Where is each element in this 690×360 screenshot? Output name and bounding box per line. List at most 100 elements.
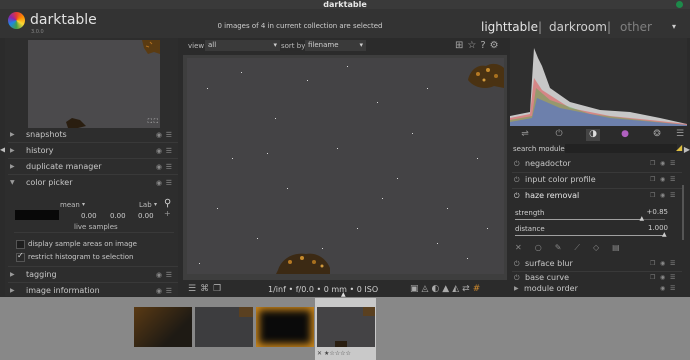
presets-menu-icon[interactable]: ☰ <box>188 284 200 294</box>
reset-icon[interactable]: ◉ <box>660 271 665 280</box>
reset-icon[interactable]: ◉ <box>660 189 665 203</box>
module-surface-blur[interactable]: ⏻ surface blur ❐ ◉ ☰ <box>512 257 682 271</box>
filmstrip-thumb-3[interactable] <box>256 307 314 347</box>
overlays-star-icon[interactable]: ☆ <box>467 40 480 51</box>
module-base-curve[interactable]: ⏻ base curve ❐ ◉ ☰ <box>512 271 682 280</box>
sort-by-select[interactable]: filename ▾ <box>305 40 366 51</box>
blend-raster-icon[interactable]: ▤ <box>612 243 633 252</box>
blend-drawn-mask-icon[interactable]: ✎ <box>555 243 575 252</box>
tab-active-modules-icon[interactable]: ⏻ <box>552 129 566 141</box>
picker-colorspace-select[interactable]: Lab <box>139 201 152 209</box>
presets-icon[interactable]: ☰ <box>166 176 172 190</box>
raw-overexposed-icon[interactable]: ◬ <box>422 284 432 294</box>
presets-icon[interactable]: ☰ <box>166 128 172 142</box>
filmstrip-thumb-2[interactable] <box>195 307 253 347</box>
module-duplicate-manager[interactable]: ▶ duplicate manager ◉ ☰ <box>8 160 178 174</box>
presets-icon[interactable]: ☰ <box>670 282 675 296</box>
reset-icon[interactable]: ◉ <box>156 284 162 298</box>
multi-instance-icon[interactable]: ❐ <box>650 257 655 271</box>
reset-icon[interactable]: ◉ <box>660 282 665 296</box>
restrict-histogram-checkbox[interactable]: ✓ <box>16 251 25 262</box>
module-snapshots[interactable]: ▶ snapshots ◉ ☰ <box>8 128 178 142</box>
focus-peaking-icon[interactable]: ⇄ <box>462 284 473 294</box>
presets-icon[interactable]: ☰ <box>166 160 172 174</box>
module-input-color-profile[interactable]: ⏻ input color profile ❐ ◉ ☰ <box>512 173 682 187</box>
module-color-picker[interactable]: ▼ color picker ◉ ☰ <box>8 176 178 190</box>
fullscreen-icon[interactable]: ⛶ ⛶ <box>148 118 158 126</box>
filmstrip-thumb-1[interactable] <box>134 307 192 347</box>
module-image-information[interactable]: ▶ image information ◉ ☰ <box>8 284 178 298</box>
styles-icon[interactable]: ⌘ <box>200 284 213 294</box>
reset-icon[interactable]: ◉ <box>156 176 162 190</box>
multi-instance-icon[interactable]: ❐ <box>650 271 655 280</box>
module-history[interactable]: ▶ history ◉ ☰ <box>8 144 178 158</box>
tab-base-modules-icon[interactable]: ◑ <box>586 129 600 141</box>
reset-icon[interactable]: ◉ <box>660 157 665 171</box>
clear-search-icon[interactable]: ◢ <box>676 143 682 152</box>
window-close-icon[interactable] <box>676 1 683 8</box>
multi-instance-icon[interactable]: ❐ <box>650 157 655 171</box>
second-window-icon[interactable]: ❐ <box>213 284 225 294</box>
presets-icon[interactable]: ☰ <box>166 144 172 158</box>
gamut-check-icon[interactable]: ◭ <box>452 284 462 294</box>
histogram[interactable] <box>510 38 687 126</box>
views-dropdown-icon[interactable]: ▾ <box>672 22 676 31</box>
presets-icon[interactable]: ☰ <box>166 284 172 298</box>
reset-icon[interactable]: ◉ <box>156 160 162 174</box>
thumb-star-rating[interactable]: ✕ ★☆☆☆☆ <box>317 350 351 357</box>
navigation-thumbnail[interactable]: ⛶ ⛶ <box>28 40 160 128</box>
blend-uniform-icon[interactable]: ○ <box>535 243 555 252</box>
multi-instance-icon[interactable]: ❐ <box>650 189 655 203</box>
add-sample-icon[interactable]: + <box>164 209 171 218</box>
reset-icon[interactable]: ◉ <box>156 128 162 142</box>
blend-combined-icon[interactable]: ◇ <box>593 243 612 252</box>
distance-slider-handle[interactable]: ▲ <box>662 231 667 238</box>
clipping-icon[interactable]: ◐ <box>431 284 442 294</box>
module-negadoctor[interactable]: ⏻ negadoctor ❐ ◉ ☰ <box>512 157 682 171</box>
display-samples-checkbox[interactable] <box>16 240 25 249</box>
right-panel-collapse-icon[interactable]: ▶ <box>684 145 690 154</box>
power-icon[interactable]: ⏻ <box>514 257 520 271</box>
view-darkroom[interactable]: darkroom <box>549 20 607 34</box>
distance-slider[interactable] <box>515 235 665 236</box>
search-module-input[interactable] <box>565 144 677 153</box>
view-filter-select[interactable]: all ▾ <box>205 40 280 51</box>
guides-icon[interactable]: # <box>473 284 484 294</box>
grouping-icon[interactable]: ⊞ <box>455 40 467 51</box>
main-image[interactable] <box>187 58 504 274</box>
power-icon[interactable]: ⏻ <box>514 189 520 203</box>
eyedropper-icon[interactable]: ⚲ <box>164 198 171 209</box>
blend-parametric-icon[interactable]: ⟋ <box>574 243 593 252</box>
reset-icon[interactable]: ◉ <box>156 144 162 158</box>
presets-icon[interactable]: ☰ <box>670 157 675 171</box>
presets-icon[interactable]: ☰ <box>670 257 675 271</box>
module-order-row[interactable]: ▶ module order ◉ ☰ <box>512 282 682 296</box>
tab-effects-modules-icon[interactable]: ❂ <box>650 129 664 141</box>
strength-slider-handle[interactable]: ▲ <box>640 215 645 222</box>
tab-presets-icon[interactable]: ☰ <box>673 129 687 141</box>
presets-icon[interactable]: ☰ <box>670 189 675 203</box>
presets-icon[interactable]: ☰ <box>166 268 172 282</box>
filmstrip-thumb-4[interactable] <box>317 307 375 347</box>
tab-color-modules-icon[interactable]: ● <box>618 129 632 141</box>
iso12646-icon[interactable]: ▣ <box>410 284 422 294</box>
preferences-gear-icon[interactable]: ⚙ <box>490 40 503 51</box>
module-tagging[interactable]: ▶ tagging ◉ ☰ <box>8 268 178 282</box>
picker-mode-select[interactable]: mean <box>60 201 80 209</box>
reset-icon[interactable]: ◉ <box>660 257 665 271</box>
right-panel-scrollbar[interactable] <box>682 185 684 240</box>
power-icon[interactable]: ⏻ <box>514 173 520 187</box>
blend-off-icon[interactable]: ✕ <box>515 243 535 252</box>
power-icon[interactable]: ⏻ <box>514 271 520 280</box>
module-haze-removal[interactable]: ⏻ haze removal ❐ ◉ ☰ <box>512 189 682 203</box>
softproof-icon[interactable]: ▲ <box>442 284 452 294</box>
presets-icon[interactable]: ☰ <box>670 173 675 187</box>
multi-instance-icon[interactable]: ❐ <box>650 173 655 187</box>
view-lighttable[interactable]: lighttable <box>481 20 538 34</box>
reset-icon[interactable]: ◉ <box>660 173 665 187</box>
power-icon[interactable]: ⏻ <box>514 157 520 171</box>
tab-quick-access-icon[interactable]: ⇌ <box>518 129 532 141</box>
help-icon[interactable]: ? <box>480 40 489 51</box>
reset-icon[interactable]: ◉ <box>156 268 162 282</box>
view-other[interactable]: other <box>620 20 652 34</box>
